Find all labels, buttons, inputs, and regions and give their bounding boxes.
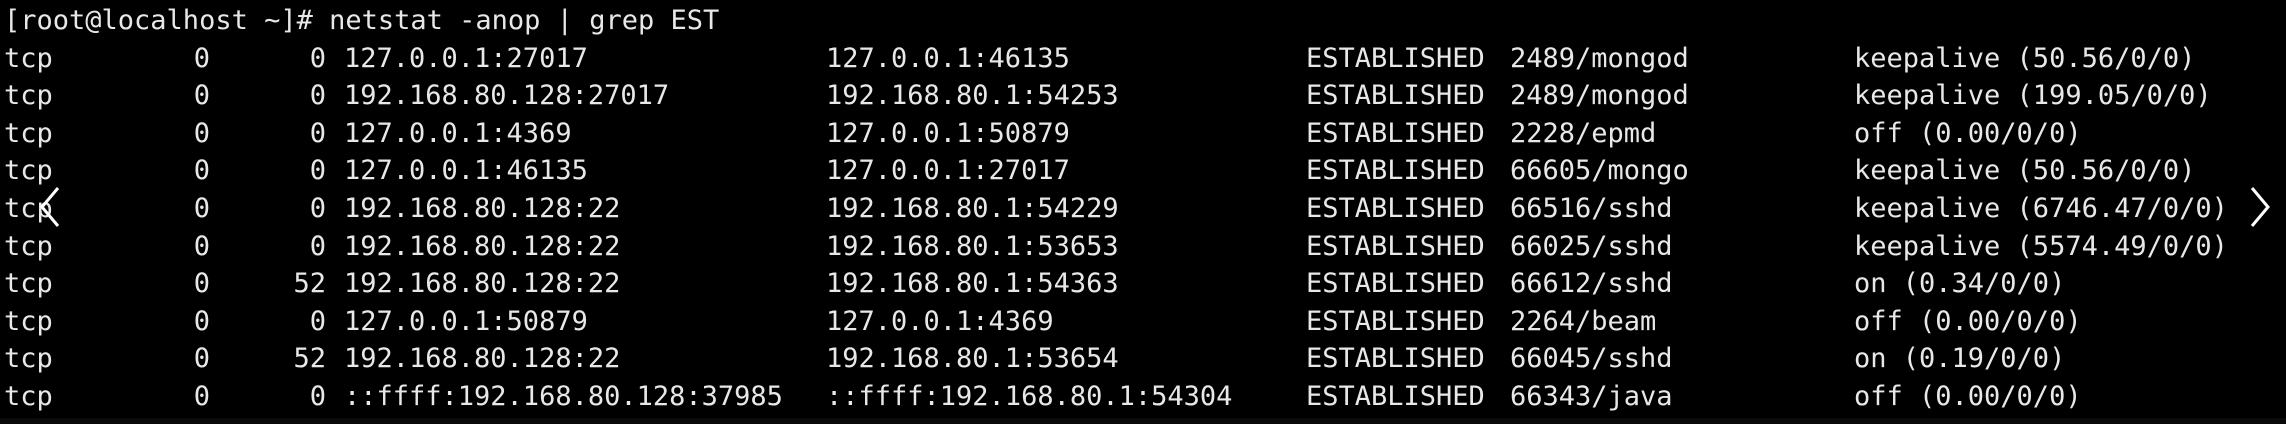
send-q-cell: 0: [309, 42, 326, 74]
terminal-window[interactable]: [root@localhost ~]# netstat -anop | grep…: [0, 0, 2286, 424]
pid-program-cell: 66605/mongo: [1510, 155, 1689, 187]
foreign-address-cell: ::ffff:192.168.80.1:54304: [826, 380, 1233, 412]
foreign-address-cell: 192.168.80.1:54253: [826, 80, 1119, 112]
send-q-cell: 0: [309, 117, 326, 149]
recv-q-cell: 0: [193, 42, 210, 74]
timer-cell: off (0.00/0/0): [1854, 380, 2082, 412]
foreign-address-cell: 192.168.80.1:53654: [826, 343, 1119, 375]
send-q-cell: 0: [309, 80, 326, 112]
pid-program-cell: 66516/sshd: [1510, 192, 1673, 224]
local-address-cell: 192.168.80.128:22: [344, 343, 621, 375]
foreign-address-cell: 127.0.0.1:27017: [826, 155, 1070, 187]
pid-program-cell: 2489/mongod: [1510, 80, 1689, 112]
recv-q-cell: 0: [193, 230, 210, 262]
command-line: [root@localhost ~]# netstat -anop | grep…: [0, 2, 2286, 40]
connection-row: tcp 0 0 127.0.0.1:46135 127.0.0.1:27017 ESTAB…: [0, 152, 2286, 190]
state-cell: ESTABLISHED: [1306, 268, 1485, 300]
state-cell: ESTABLISHED: [1306, 230, 1485, 262]
send-q-cell: 0: [309, 192, 326, 224]
pid-program-cell: 66612/sshd: [1510, 268, 1673, 300]
connection-row: tcp 0 0 127.0.0.1:27017 127.0.0.1:46135 ESTAB…: [0, 40, 2286, 78]
state-cell: ESTABLISHED: [1306, 42, 1485, 74]
pid-program-cell: 2228/epmd: [1510, 117, 1657, 149]
local-address-cell: 127.0.0.1:27017: [344, 42, 588, 74]
recv-q-cell: 0: [193, 117, 210, 149]
connection-row: tcp 0 0 127.0.0.1:4369 127.0.0.1:50879 ESTABL…: [0, 115, 2286, 153]
foreign-address-cell: 127.0.0.1:4369: [826, 305, 1054, 337]
connection-row: tcp 0 0::ffff:192.168.80.128:37985::ffff:1…: [0, 378, 2286, 416]
connection-row: tcp 0 0 127.0.0.1:50879 127.0.0.1:4369 ESTABL…: [0, 303, 2286, 341]
prev-button[interactable]: [34, 182, 66, 232]
connection-row: tcp 0 52 192.168.80.128:22 192.168.80.1:5365…: [0, 340, 2286, 378]
state-cell: ESTABLISHED: [1306, 343, 1485, 375]
pid-program-cell: 66045/sshd: [1510, 343, 1673, 375]
connection-row: tcp 0 0 192.168.80.128:22 192.168.80.1:54229…: [0, 190, 2286, 228]
send-q-cell: 0: [309, 155, 326, 187]
proto-cell: tcp: [4, 80, 53, 112]
send-q-cell: 52: [293, 343, 326, 375]
timer-cell: off (0.00/0/0): [1854, 117, 2082, 149]
next-button[interactable]: [2244, 182, 2276, 232]
state-cell: ESTABLISHED: [1306, 117, 1485, 149]
foreign-address-cell: 192.168.80.1:53653: [826, 230, 1119, 262]
proto-cell: tcp: [4, 343, 53, 375]
recv-q-cell: 0: [193, 305, 210, 337]
state-cell: ESTABLISHED: [1306, 80, 1485, 112]
timer-cell: keepalive (199.05/0/0): [1854, 80, 2212, 112]
proto-cell: tcp: [4, 117, 53, 149]
local-address-cell: 192.168.80.128:22: [344, 268, 621, 300]
local-address-cell: 127.0.0.1:50879: [344, 305, 588, 337]
connection-row: tcp 0 0 192.168.80.128:22 192.168.80.1:53653…: [0, 228, 2286, 266]
proto-cell: tcp: [4, 42, 53, 74]
pid-program-cell: 2264/beam: [1510, 305, 1657, 337]
timer-cell: keepalive (50.56/0/0): [1854, 155, 2196, 187]
connection-row: tcp 0 0 192.168.80.128:27017 192.168.80.1:54…: [0, 77, 2286, 115]
local-address-cell: ::ffff:192.168.80.128:37985: [344, 380, 783, 412]
chevron-left-icon: [40, 187, 60, 227]
timer-cell: keepalive (6746.47/0/0): [1854, 192, 2228, 224]
recv-q-cell: 0: [193, 192, 210, 224]
foreign-address-cell: 192.168.80.1:54229: [826, 192, 1119, 224]
state-cell: ESTABLISHED: [1306, 305, 1485, 337]
proto-cell: tcp: [4, 380, 53, 412]
terminal-bottom-edge: [0, 418, 2286, 424]
pid-program-cell: 2489/mongod: [1510, 42, 1689, 74]
recv-q-cell: 0: [193, 343, 210, 375]
command-text: netstat -anop | grep EST: [329, 5, 720, 36]
connection-row: tcp 0 52 192.168.80.128:22 192.168.80.1:5436…: [0, 265, 2286, 303]
foreign-address-cell: 127.0.0.1:46135: [826, 42, 1070, 74]
chevron-right-icon: [2250, 187, 2270, 227]
shell-prompt: [root@localhost ~]#: [4, 5, 330, 36]
timer-cell: keepalive (50.56/0/0): [1854, 42, 2196, 74]
send-q-cell: 0: [309, 230, 326, 262]
recv-q-cell: 0: [193, 80, 210, 112]
recv-q-cell: 0: [193, 155, 210, 187]
netstat-output: tcp 0 0 127.0.0.1:27017 127.0.0.1:46135 ESTAB…: [0, 40, 2286, 416]
proto-cell: tcp: [4, 230, 53, 262]
recv-q-cell: 0: [193, 268, 210, 300]
timer-cell: on (0.34/0/0): [1854, 268, 2066, 300]
proto-cell: tcp: [4, 268, 53, 300]
local-address-cell: 192.168.80.128:27017: [344, 80, 670, 112]
local-address-cell: 127.0.0.1:4369: [344, 117, 572, 149]
send-q-cell: 0: [309, 380, 326, 412]
local-address-cell: 192.168.80.128:22: [344, 192, 621, 224]
timer-cell: on (0.19/0/0): [1854, 343, 2066, 375]
timer-cell: off (0.00/0/0): [1854, 305, 2082, 337]
proto-cell: tcp: [4, 305, 53, 337]
state-cell: ESTABLISHED: [1306, 155, 1485, 187]
pid-program-cell: 66025/sshd: [1510, 230, 1673, 262]
pid-program-cell: 66343/java: [1510, 380, 1673, 412]
send-q-cell: 0: [309, 305, 326, 337]
local-address-cell: 192.168.80.128:22: [344, 230, 621, 262]
foreign-address-cell: 192.168.80.1:54363: [826, 268, 1119, 300]
send-q-cell: 52: [293, 268, 326, 300]
foreign-address-cell: 127.0.0.1:50879: [826, 117, 1070, 149]
state-cell: ESTABLISHED: [1306, 380, 1485, 412]
local-address-cell: 127.0.0.1:46135: [344, 155, 588, 187]
recv-q-cell: 0: [193, 380, 210, 412]
timer-cell: keepalive (5574.49/0/0): [1854, 230, 2228, 262]
state-cell: ESTABLISHED: [1306, 192, 1485, 224]
